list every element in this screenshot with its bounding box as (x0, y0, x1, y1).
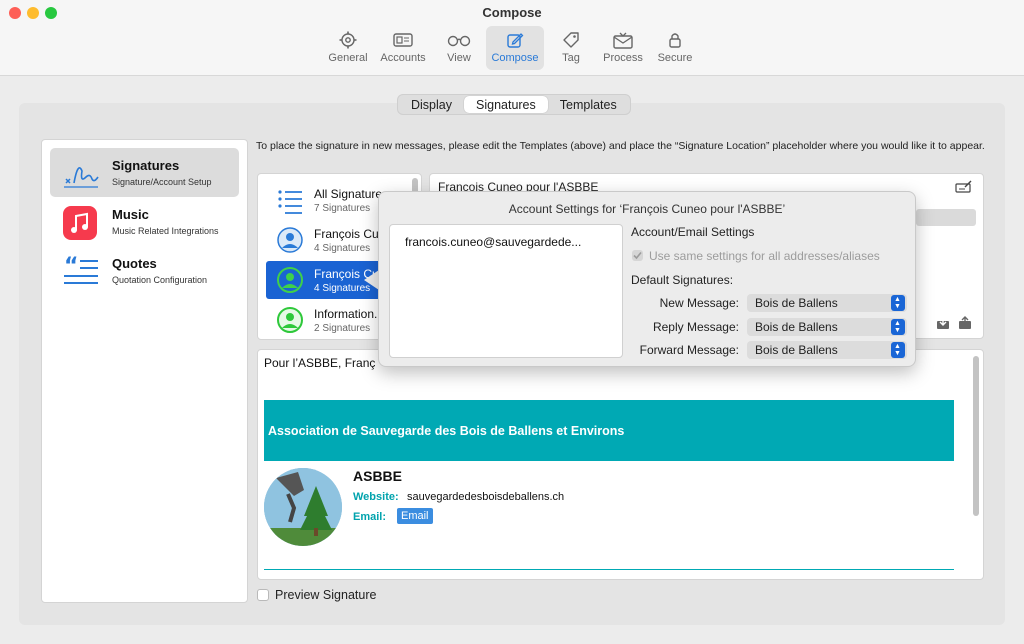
reply-message-label: Reply Message: (652, 320, 739, 334)
reply-message-select[interactable]: Bois de Ballens ▲ ▼ (747, 318, 907, 336)
toolbar-view[interactable]: View (430, 26, 488, 70)
quote-icon: “ (64, 255, 98, 284)
preview-scrollbar[interactable] (973, 356, 979, 516)
preferences-window: Compose General Accounts View Compose Ta… (0, 0, 1024, 644)
id-card-icon (393, 33, 413, 47)
preview-website-link[interactable]: sauvegardedesboisdeballens.ch (407, 491, 564, 503)
preview-greeting: Pour l’ASBBE, Franç (264, 356, 376, 370)
preview-email-label: Email: (353, 511, 387, 523)
toolbar-compose-label: Compose (491, 52, 539, 64)
sidebar-music-subtitle: Music Related Integrations (112, 226, 219, 236)
popover-title: Account Settings for ‘François Cuneo pou… (508, 202, 786, 216)
preview-divider (264, 569, 954, 570)
person-icon (277, 307, 303, 333)
person-icon (277, 267, 303, 293)
toolbar-compose[interactable]: Compose (486, 26, 544, 70)
popover-arrow (364, 270, 379, 290)
toolbar-process-label: Process (603, 52, 643, 64)
toolbar-accounts[interactable]: Accounts (374, 26, 432, 70)
preview-accent-bar (264, 579, 290, 580)
preview-website-label: Website: (353, 491, 399, 503)
signature-row-highlight (916, 209, 976, 226)
account-count: 7 Signatures (314, 203, 371, 214)
account-count: 4 Signatures (314, 243, 371, 254)
toolbar-accounts-label: Accounts (380, 52, 426, 64)
account-name: Information... (314, 307, 385, 321)
signature-icon (64, 167, 99, 188)
account-settings-heading: Account/Email Settings (631, 225, 755, 239)
checkmark-icon (633, 251, 642, 260)
new-message-label: New Message: (659, 296, 739, 310)
music-icon (63, 206, 97, 240)
preview-banner: Association de Sauvegarde des Bois de Ba… (264, 400, 954, 461)
toolbar-general[interactable]: General (319, 26, 377, 70)
chevron-updown-icon: ▲ ▼ (891, 319, 905, 335)
account-name: All Signatures (314, 187, 389, 201)
new-message-select[interactable]: Bois de Ballens ▲ ▼ (747, 294, 907, 312)
same-settings-checkbox[interactable] (632, 250, 643, 261)
sidebar-item-quotes[interactable]: “ Quotes Quotation Configuration (50, 246, 239, 295)
forest-logo-image (264, 468, 342, 546)
category-sidebar: Signatures Signature/Account Setup Music… (41, 139, 248, 603)
preview-signature-checkbox[interactable] (257, 589, 269, 601)
person-icon (277, 227, 303, 253)
account-count: 4 Signatures (314, 283, 371, 294)
tab-signatures[interactable]: Signatures (464, 96, 548, 113)
toolbar-process[interactable]: Process (594, 26, 652, 70)
toolbar-view-label: View (447, 52, 471, 64)
export-icon[interactable] (958, 316, 972, 330)
toolbar-tag[interactable]: Tag (542, 26, 600, 70)
sidebar-item-signatures[interactable]: Signatures Signature/Account Setup (50, 148, 239, 197)
edit-signature-icon[interactable] (955, 180, 973, 194)
default-signatures-heading: Default Signatures: (631, 273, 734, 287)
preview-signature-label: Preview Signature (275, 588, 377, 602)
preview-banner-text: Association de Sauvegarde des Bois de Ba… (268, 424, 625, 438)
forward-message-label: Forward Message: (639, 343, 739, 357)
gear-icon (339, 31, 357, 49)
tag-icon (563, 32, 579, 48)
list-icon (278, 190, 302, 214)
lock-icon (669, 33, 681, 48)
account-count: 2 Signatures (314, 323, 371, 334)
tab-templates[interactable]: Templates (548, 96, 629, 113)
tab-bar: Display Signatures Templates (397, 94, 631, 115)
account-settings-popover: Account Settings for ‘François Cuneo pou… (378, 191, 916, 367)
window-title: Compose (482, 5, 542, 20)
toolbar-general-label: General (328, 52, 368, 64)
reply-message-value: Bois de Ballens (755, 320, 838, 334)
address-item[interactable]: francois.cuneo@sauvegardede... (405, 235, 581, 249)
asbbe-logo (264, 468, 342, 546)
sidebar-quotes-subtitle: Quotation Configuration (112, 275, 208, 285)
forward-message-value: Bois de Ballens (755, 343, 838, 357)
sidebar-music-title: Music (112, 207, 149, 222)
chevron-updown-icon: ▲ ▼ (891, 342, 905, 358)
sidebar-signatures-title: Signatures (112, 158, 180, 173)
new-message-value: Bois de Ballens (755, 296, 838, 310)
glasses-icon (447, 35, 471, 47)
envelope-process-icon (613, 32, 633, 49)
chevron-updown-icon: ▲ ▼ (891, 295, 905, 311)
forward-message-select[interactable]: Bois de Ballens ▲ ▼ (747, 341, 907, 359)
sidebar-signatures-subtitle: Signature/Account Setup (112, 177, 212, 187)
sidebar-item-music[interactable]: Music Music Related Integrations (50, 197, 239, 246)
sidebar-quotes-title: Quotes (112, 256, 157, 271)
import-icon[interactable] (936, 316, 950, 330)
title-bar: Compose General Accounts View Compose Ta… (0, 0, 1024, 76)
preview-email-button[interactable]: Email (397, 508, 433, 524)
same-settings-label: Use same settings for all addresses/alia… (649, 249, 880, 263)
address-list: francois.cuneo@sauvegardede... (389, 224, 623, 358)
tab-display[interactable]: Display (399, 96, 464, 113)
signature-preview: Pour l’ASBBE, Franç Association de Sauve… (257, 349, 984, 580)
toolbar-tag-label: Tag (562, 52, 580, 64)
toolbar-secure-label: Secure (657, 52, 693, 64)
signature-location-hint: To place the signature in new messages, … (256, 140, 985, 152)
preview-org-name: ASBBE (353, 468, 403, 484)
compose-icon (507, 33, 524, 48)
toolbar-secure[interactable]: Secure (646, 26, 704, 70)
